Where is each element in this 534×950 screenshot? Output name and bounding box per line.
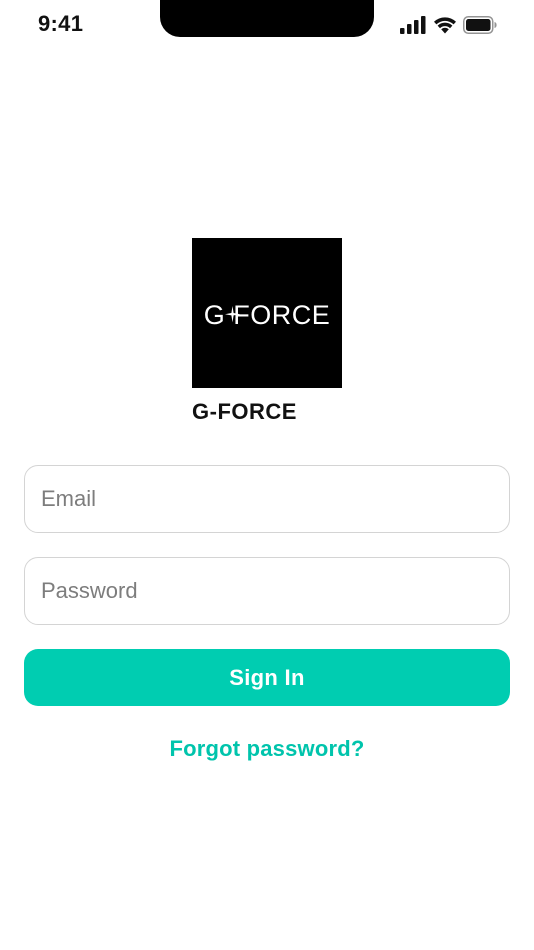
sign-in-button[interactable]: Sign In (24, 649, 510, 706)
brand-name: G-FORCE (192, 399, 297, 424)
status-icons (400, 16, 497, 34)
svg-text:G FORCE: G FORCE (204, 300, 331, 330)
wifi-icon (434, 17, 456, 34)
status-time: 9:41 (38, 11, 84, 36)
battery-icon (463, 16, 497, 34)
password-field[interactable] (24, 557, 510, 625)
device-notch (160, 0, 374, 37)
email-field[interactable] (24, 465, 510, 533)
forgot-password-link[interactable]: Forgot password? (0, 736, 534, 762)
app-logo: G FORCE (192, 238, 342, 388)
signal-icon (400, 16, 426, 34)
